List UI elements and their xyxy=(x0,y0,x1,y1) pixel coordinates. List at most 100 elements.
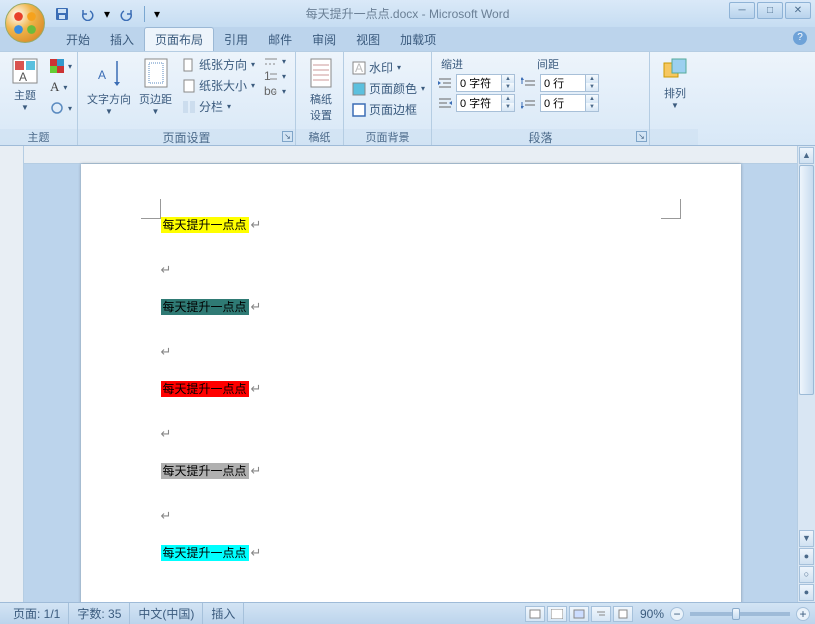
undo-button[interactable] xyxy=(77,4,97,24)
separator xyxy=(144,6,145,22)
svg-text:A: A xyxy=(98,68,106,82)
chevron-down-icon[interactable]: ▾ xyxy=(102,4,112,24)
status-words[interactable]: 字数: 35 xyxy=(69,603,130,624)
margins-button[interactable]: 页边距 ▼ xyxy=(135,55,176,118)
tab-home[interactable]: 开始 xyxy=(56,28,100,51)
tab-mailings[interactable]: 邮件 xyxy=(258,28,302,51)
view-print-layout[interactable] xyxy=(525,606,545,622)
tab-review[interactable]: 审阅 xyxy=(302,28,346,51)
scroll-thumb[interactable] xyxy=(799,165,814,395)
zoom-in-button[interactable]: + xyxy=(796,607,810,621)
vertical-scrollbar[interactable]: ▲ ▼ ● ○ ● xyxy=(797,146,815,602)
page-color-button[interactable]: 页面颜色▾ xyxy=(349,79,428,98)
paragraph-mark: ↵ xyxy=(161,344,661,360)
status-page[interactable]: 页面: 1/1 xyxy=(5,603,69,624)
paragraph[interactable]: 每天提升一点点↵ xyxy=(161,378,661,398)
crop-mark-tr xyxy=(661,199,681,219)
paragraph[interactable]: 每天提升一点点↵ xyxy=(161,460,661,480)
orientation-button[interactable]: 纸张方向▾ xyxy=(179,55,258,74)
paragraph[interactable]: 每天提升一点点↵ xyxy=(161,214,661,234)
office-button[interactable] xyxy=(5,3,45,43)
themes-icon: A xyxy=(11,57,39,85)
page-border-button[interactable]: 页面边框 xyxy=(349,100,428,119)
theme-colors-button[interactable]: ▾ xyxy=(47,58,75,74)
theme-effects-button[interactable]: ▾ xyxy=(47,100,75,116)
scroll-up-button[interactable]: ▲ xyxy=(799,147,814,164)
browse-next-button[interactable]: ● xyxy=(799,584,814,601)
redo-button[interactable] xyxy=(117,4,137,24)
highlighted-text[interactable]: 每天提升一点点 xyxy=(161,463,249,479)
page-setup-launcher[interactable]: ↘ xyxy=(282,131,293,142)
close-button[interactable]: ✕ xyxy=(785,2,811,19)
paragraph-mark: ↵ xyxy=(251,217,262,232)
indent-right-input[interactable]: ▲▼ xyxy=(456,94,515,112)
paragraph-mark: ↵ xyxy=(161,508,661,524)
scroll-down-button[interactable]: ▼ xyxy=(799,530,814,547)
group-paragraph: 缩进 间距 ▲▼ ▲▼ ▲▼ ▲▼ xyxy=(432,52,650,145)
paragraph[interactable]: 每天提升一点点↵ xyxy=(161,542,661,562)
hyphenation-button[interactable]: bc-▾ xyxy=(261,85,289,98)
highlighted-text[interactable]: 每天提升一点点 xyxy=(161,545,249,561)
spacing-label: 间距 xyxy=(537,56,559,72)
save-button[interactable] xyxy=(52,4,72,24)
space-before-input[interactable]: ▲▼ xyxy=(540,74,599,92)
paragraph-launcher[interactable]: ↘ xyxy=(636,131,647,142)
paper-icon xyxy=(308,57,334,89)
title-bar: ▾ ▾ 每天提升一点点.docx - Microsoft Word ─ □ ✕ xyxy=(0,0,815,27)
tab-addins[interactable]: 加载项 xyxy=(390,28,446,51)
group-theme: A 主题 ▼ ▾ A▾ ▾ 主题 xyxy=(0,52,78,145)
minimize-button[interactable]: ─ xyxy=(729,2,755,19)
columns-button[interactable]: 分栏▾ xyxy=(179,97,258,116)
text-direction-button[interactable]: A 文字方向 ▼ xyxy=(83,55,135,118)
status-lang[interactable]: 中文(中国) xyxy=(130,603,203,624)
writing-paper-button[interactable]: 稿纸 设置 xyxy=(301,55,341,125)
view-web-layout[interactable] xyxy=(569,606,589,622)
group-label-paper: 稿纸 xyxy=(296,129,343,145)
qat-customize[interactable]: ▾ xyxy=(152,4,162,24)
help-icon[interactable]: ? xyxy=(793,31,807,45)
paragraph[interactable]: 每天提升一点点↵ xyxy=(161,296,661,316)
group-paper: 稿纸 设置 稿纸 xyxy=(296,52,344,145)
watermark-button[interactable]: A水印▾ xyxy=(349,58,428,77)
theme-fonts-button[interactable]: A▾ xyxy=(47,78,75,96)
zoom-slider[interactable] xyxy=(690,612,790,616)
horizontal-ruler[interactable] xyxy=(24,146,797,164)
line-numbers-button[interactable]: 1▾ xyxy=(261,70,289,83)
ribbon-tabs: 开始 插入 页面布局 引用 邮件 审阅 视图 加载项 ? xyxy=(52,27,815,51)
status-bar: 页面: 1/1 字数: 35 中文(中国) 插入 90% − + xyxy=(0,602,815,624)
text-direction-icon: A xyxy=(94,57,124,89)
tab-references[interactable]: 引用 xyxy=(214,28,258,51)
tab-page-layout[interactable]: 页面布局 xyxy=(144,27,214,51)
highlighted-text[interactable]: 每天提升一点点 xyxy=(161,381,249,397)
zoom-level[interactable]: 90% xyxy=(640,607,664,621)
arrange-button[interactable]: 排列 ▼ xyxy=(655,55,695,112)
highlighted-text[interactable]: 每天提升一点点 xyxy=(161,299,249,315)
zoom-out-button[interactable]: − xyxy=(670,607,684,621)
paragraph-mark: ↵ xyxy=(161,262,661,278)
page[interactable]: 每天提升一点点↵↵每天提升一点点↵↵每天提升一点点↵↵每天提升一点点↵↵每天提升… xyxy=(81,164,741,602)
browse-object-button[interactable]: ○ xyxy=(799,566,814,583)
size-button[interactable]: 纸张大小▾ xyxy=(179,76,258,95)
maximize-button[interactable]: □ xyxy=(757,2,783,19)
status-mode[interactable]: 插入 xyxy=(203,603,244,624)
tab-view[interactable]: 视图 xyxy=(346,28,390,51)
group-label-background: 页面背景 xyxy=(344,129,431,145)
tab-insert[interactable]: 插入 xyxy=(100,28,144,51)
themes-button[interactable]: A 主题 ▼ xyxy=(5,55,45,114)
paragraph-mark: ↵ xyxy=(251,545,262,560)
highlighted-text[interactable]: 每天提升一点点 xyxy=(161,217,249,233)
group-background: A水印▾ 页面颜色▾ 页面边框 页面背景 xyxy=(344,52,432,145)
indent-right-icon xyxy=(437,96,453,110)
svg-text:A: A xyxy=(355,61,363,75)
browse-prev-button[interactable]: ● xyxy=(799,548,814,565)
indent-left-input[interactable]: ▲▼ xyxy=(456,74,515,92)
breaks-button[interactable]: ▾ xyxy=(261,55,289,68)
view-full-screen[interactable] xyxy=(547,606,567,622)
vertical-ruler[interactable] xyxy=(0,146,24,602)
space-after-input[interactable]: ▲▼ xyxy=(540,94,599,112)
space-before-icon xyxy=(521,76,537,90)
group-label-paragraph: 段落↘ xyxy=(432,129,649,145)
view-outline[interactable] xyxy=(591,606,611,622)
view-draft[interactable] xyxy=(613,606,633,622)
document-scroll[interactable]: 每天提升一点点↵↵每天提升一点点↵↵每天提升一点点↵↵每天提升一点点↵↵每天提升… xyxy=(24,146,797,602)
